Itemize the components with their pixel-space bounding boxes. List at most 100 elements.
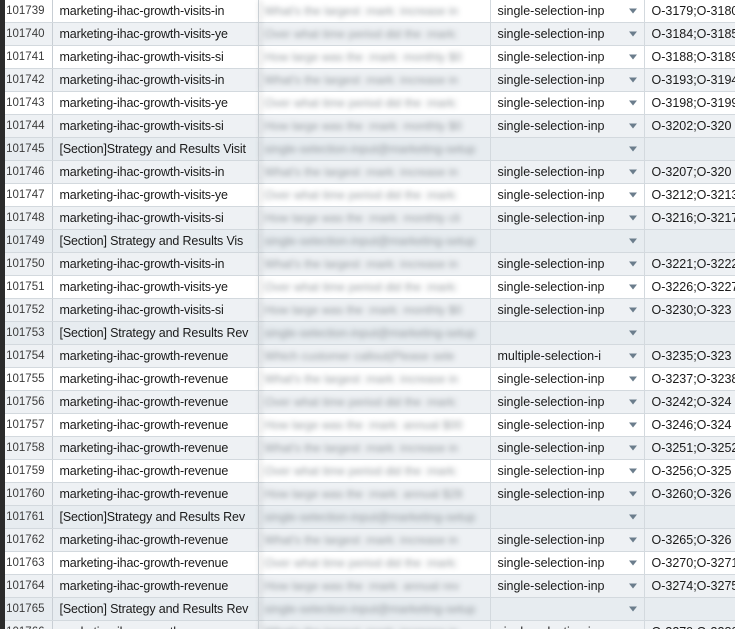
option-ids-cell[interactable]: O-3237;O-3238 bbox=[644, 367, 735, 391]
row-number-cell[interactable]: 101752 bbox=[0, 298, 53, 322]
input-type-select[interactable]: single-selection-inp bbox=[490, 206, 645, 230]
chevron-down-icon[interactable] bbox=[628, 514, 637, 520]
key-name-cell[interactable]: marketing-ihac-growth-revenue bbox=[52, 551, 259, 575]
key-name-cell[interactable]: marketing-ihac-growth-revenue bbox=[52, 528, 259, 552]
table-row[interactable]: 101741 marketing-ihac-growth-visits-si How… bbox=[0, 45, 735, 69]
option-ids-cell[interactable]: O-3256;O-325 bbox=[644, 459, 735, 483]
input-type-select[interactable]: single-selection-inp bbox=[490, 390, 645, 414]
option-ids-cell[interactable]: O-3270;O-3271 bbox=[644, 551, 735, 575]
chevron-down-icon[interactable] bbox=[628, 330, 637, 336]
question-text-cell[interactable]: Over what time period did the :mark: bbox=[258, 551, 491, 575]
row-number-cell[interactable]: 101753 bbox=[0, 321, 53, 345]
option-ids-cell[interactable]: O-3193;O-3194 bbox=[644, 68, 735, 92]
question-text-cell[interactable]: What's the largest :mark: increase in bbox=[258, 0, 491, 23]
table-row[interactable]: 101747 marketing-ihac-growth-visits-ye Ove… bbox=[0, 183, 735, 207]
key-name-cell[interactable]: marketing-ihac-growth-visits-in bbox=[52, 160, 259, 184]
key-name-cell[interactable]: marketing-ihac-growth-revenue bbox=[52, 574, 259, 598]
input-type-select[interactable]: single-selection-inp bbox=[490, 413, 645, 437]
key-name-cell[interactable]: marketing-ihac-growth-visits-ye bbox=[52, 275, 259, 299]
table-row[interactable]: 101762 marketing-ihac-growth-revenue What'… bbox=[0, 528, 735, 552]
row-number-cell[interactable]: 101739 bbox=[0, 0, 53, 23]
chevron-down-icon[interactable] bbox=[628, 169, 637, 175]
option-ids-cell[interactable]: O-3246;O-324 bbox=[644, 413, 735, 437]
row-number-cell[interactable]: 101740 bbox=[0, 22, 53, 46]
table-row[interactable]: 101754 marketing-ihac-growth-revenue Which… bbox=[0, 344, 735, 368]
row-number-cell[interactable]: 101757 bbox=[0, 413, 53, 437]
row-number-cell[interactable]: 101759 bbox=[0, 459, 53, 483]
key-name-cell[interactable]: [Section] Strategy and Results Rev bbox=[52, 321, 259, 345]
input-type-select[interactable] bbox=[490, 505, 645, 529]
key-name-cell[interactable]: marketing-ihac-growth-revenue bbox=[52, 413, 259, 437]
input-type-select[interactable]: single-selection-inp bbox=[490, 183, 645, 207]
option-ids-cell[interactable]: O-3221;O-3222 bbox=[644, 252, 735, 276]
input-type-select[interactable]: single-selection-inp bbox=[490, 252, 645, 276]
table-row[interactable]: 101757 marketing-ihac-growth-revenue How l… bbox=[0, 413, 735, 437]
option-ids-cell[interactable]: O-3179;O-3180 bbox=[644, 0, 735, 23]
question-text-cell[interactable]: How large was the :mark: annual $00 bbox=[258, 413, 491, 437]
input-type-select[interactable]: single-selection-inp bbox=[490, 298, 645, 322]
row-number-cell[interactable]: 101748 bbox=[0, 206, 53, 230]
key-name-cell[interactable]: marketing-ihac-growth-revenue bbox=[52, 436, 259, 460]
option-ids-cell[interactable]: O-3235;O-323 bbox=[644, 344, 735, 368]
table-row[interactable]: 101764 marketing-ihac-growth-revenue How l… bbox=[0, 574, 735, 598]
option-ids-cell[interactable]: O-3216;O-3217; bbox=[644, 206, 735, 230]
table-row[interactable]: 101739 marketing-ihac-growth-visits-in Wha… bbox=[0, 0, 735, 23]
row-number-cell[interactable]: 101751 bbox=[0, 275, 53, 299]
chevron-down-icon[interactable] bbox=[628, 146, 637, 152]
question-text-cell[interactable]: What's the largest :mark: increase in bbox=[258, 436, 491, 460]
input-type-select[interactable] bbox=[490, 321, 645, 345]
input-type-select[interactable] bbox=[490, 597, 645, 621]
key-name-cell[interactable]: marketing-ihac-growth-revenue bbox=[52, 620, 259, 629]
input-type-select[interactable]: single-selection-inp bbox=[490, 367, 645, 391]
key-name-cell[interactable]: [Section] Strategy and Results Rev bbox=[52, 597, 259, 621]
input-type-select[interactable]: single-selection-inp bbox=[490, 114, 645, 138]
row-number-cell[interactable]: 101741 bbox=[0, 45, 53, 69]
option-ids-cell[interactable]: O-3188;O-3189 bbox=[644, 45, 735, 69]
option-ids-cell[interactable]: O-3230;O-323 bbox=[644, 298, 735, 322]
table-row[interactable]: 101743 marketing-ihac-growth-visits-ye Ove… bbox=[0, 91, 735, 115]
chevron-down-icon[interactable] bbox=[628, 537, 637, 543]
row-number-cell[interactable]: 101763 bbox=[0, 551, 53, 575]
key-name-cell[interactable]: marketing-ihac-growth-visits-si bbox=[52, 114, 259, 138]
chevron-down-icon[interactable] bbox=[628, 192, 637, 198]
key-name-cell[interactable]: marketing-ihac-growth-visits-ye bbox=[52, 183, 259, 207]
row-number-cell[interactable]: 101766 bbox=[0, 620, 53, 629]
key-name-cell[interactable]: marketing-ihac-growth-revenue bbox=[52, 459, 259, 483]
row-number-cell[interactable]: 101742 bbox=[0, 68, 53, 92]
row-number-cell[interactable]: 101758 bbox=[0, 436, 53, 460]
option-ids-cell[interactable]: O-3260;O-326 bbox=[644, 482, 735, 506]
option-ids-cell[interactable]: O-3251;O-3252 bbox=[644, 436, 735, 460]
question-text-cell[interactable]: single-selection-input@marketing-setup bbox=[258, 137, 491, 161]
row-number-cell[interactable]: 101749 bbox=[0, 229, 53, 253]
option-ids-cell[interactable] bbox=[644, 229, 735, 253]
input-type-select[interactable]: multiple-selection-i bbox=[490, 344, 645, 368]
table-row[interactable]: 101763 marketing-ihac-growth-revenue Over … bbox=[0, 551, 735, 575]
option-ids-cell[interactable]: O-3226;O-3227 bbox=[644, 275, 735, 299]
question-text-cell[interactable]: How large was the :mark: monthly $0 bbox=[258, 298, 491, 322]
table-row-section[interactable]: 101753 [Section] Strategy and Results Rev… bbox=[0, 321, 735, 345]
chevron-down-icon[interactable] bbox=[628, 491, 637, 497]
chevron-down-icon[interactable] bbox=[628, 606, 637, 612]
option-ids-cell[interactable]: O-3265;O-326 bbox=[644, 528, 735, 552]
question-text-cell[interactable]: Over what time period did the :mark: bbox=[258, 275, 491, 299]
question-text-cell[interactable]: How large was the :mark: monthly $0 bbox=[258, 45, 491, 69]
input-type-select[interactable]: single-selection-inp bbox=[490, 528, 645, 552]
input-type-select[interactable]: single-selection-inp bbox=[490, 68, 645, 92]
table-row[interactable]: 101746 marketing-ihac-growth-visits-in Wha… bbox=[0, 160, 735, 184]
key-name-cell[interactable]: marketing-ihac-growth-visits-si bbox=[52, 206, 259, 230]
input-type-select[interactable]: single-selection-inp bbox=[490, 160, 645, 184]
table-row[interactable]: 101760 marketing-ihac-growth-revenue How l… bbox=[0, 482, 735, 506]
option-ids-cell[interactable]: O-3212;O-3213, bbox=[644, 183, 735, 207]
option-ids-cell[interactable] bbox=[644, 137, 735, 161]
question-text-cell[interactable]: Over what time period did the :mark: bbox=[258, 459, 491, 483]
chevron-down-icon[interactable] bbox=[628, 100, 637, 106]
chevron-down-icon[interactable] bbox=[628, 8, 637, 14]
input-type-select[interactable] bbox=[490, 229, 645, 253]
key-name-cell[interactable]: marketing-ihac-growth-revenue bbox=[52, 344, 259, 368]
chevron-down-icon[interactable] bbox=[628, 353, 637, 359]
question-text-cell[interactable]: What's the largest :mark: increase in bbox=[258, 620, 491, 629]
chevron-down-icon[interactable] bbox=[628, 77, 637, 83]
input-type-select[interactable]: single-selection-inp bbox=[490, 620, 645, 629]
option-ids-cell[interactable]: O-3279;O-3280 bbox=[644, 620, 735, 629]
table-row[interactable]: 101751 marketing-ihac-growth-visits-ye Ove… bbox=[0, 275, 735, 299]
